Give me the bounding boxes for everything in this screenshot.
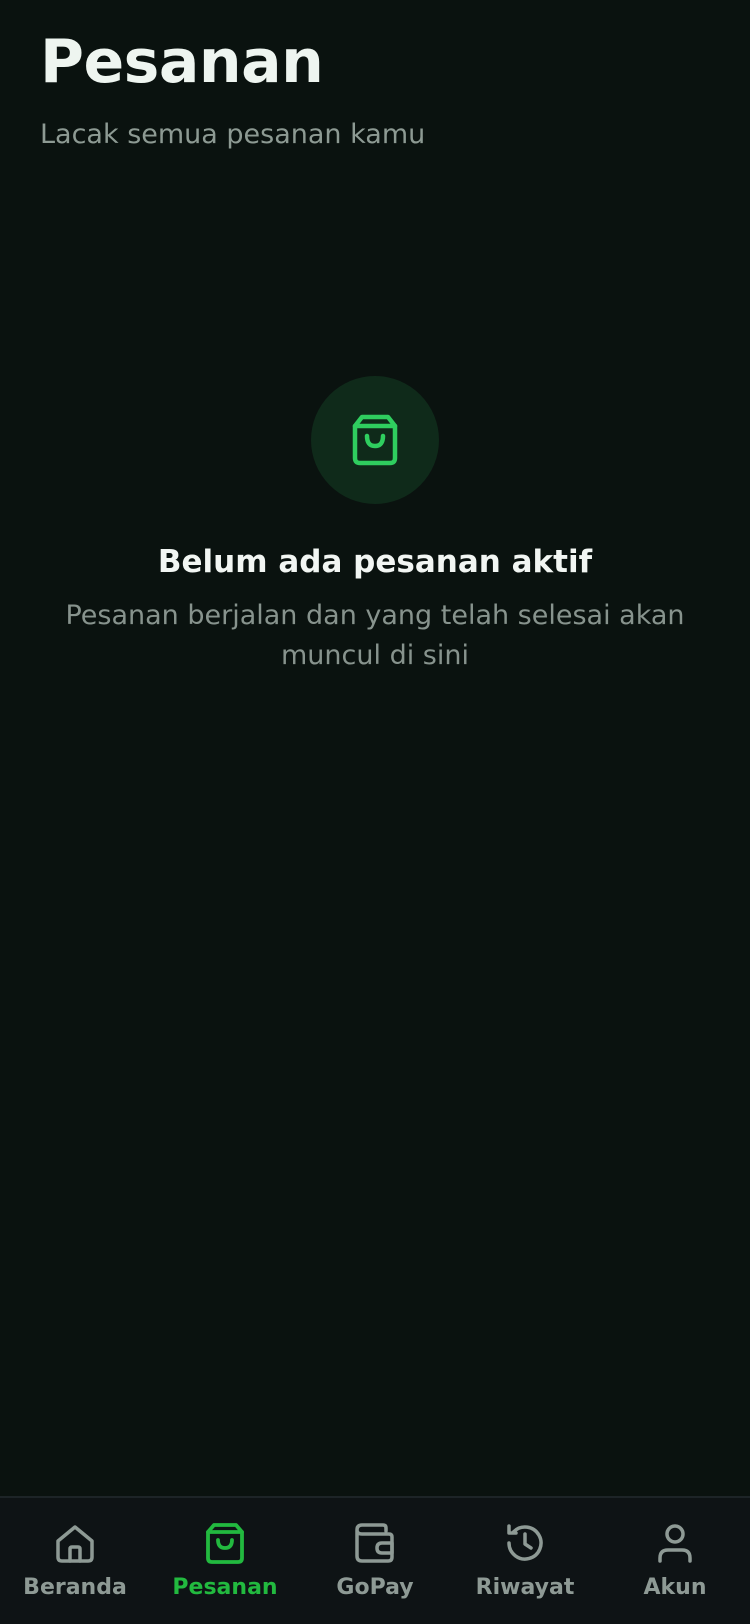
- nav-item-beranda[interactable]: Beranda: [0, 1506, 150, 1616]
- page-header: Pesanan Lacak semua pesanan kamu: [40, 24, 720, 152]
- empty-state-icon-badge: [311, 376, 439, 504]
- nav-label-akun: Akun: [643, 1575, 707, 1600]
- history-icon: [502, 1520, 548, 1566]
- nav-label-pesanan: Pesanan: [172, 1575, 278, 1600]
- page-title: Pesanan: [40, 27, 324, 97]
- nav-item-akun[interactable]: Akun: [600, 1506, 750, 1616]
- shopping-bag-icon: [202, 1520, 248, 1566]
- empty-state-title: Belum ada pesanan aktif: [157, 544, 593, 580]
- nav-item-pesanan[interactable]: Pesanan: [150, 1506, 300, 1616]
- user-icon: [652, 1520, 698, 1566]
- home-icon: [52, 1520, 98, 1566]
- empty-orders-state: Belum ada pesanan aktif Pesanan berjalan…: [40, 376, 710, 676]
- empty-state-description: Pesanan berjalan dan yang telah selesai …: [65, 600, 685, 671]
- nav-item-riwayat[interactable]: Riwayat: [450, 1506, 600, 1616]
- shopping-bag-icon: [352, 414, 398, 466]
- orders-screen: Pesanan Lacak semua pesanan kamu Belum a…: [0, 0, 750, 1624]
- nav-label-gopay: GoPay: [336, 1575, 414, 1600]
- nav-label-beranda: Beranda: [23, 1575, 127, 1600]
- bottom-navigation: Beranda Pesanan GoPay Riwayat Akun: [0, 1496, 750, 1624]
- wallet-icon: [352, 1520, 398, 1566]
- nav-label-riwayat: Riwayat: [475, 1575, 575, 1600]
- nav-item-gopay[interactable]: GoPay: [300, 1506, 450, 1616]
- page-subtitle: Lacak semua pesanan kamu: [40, 119, 426, 150]
